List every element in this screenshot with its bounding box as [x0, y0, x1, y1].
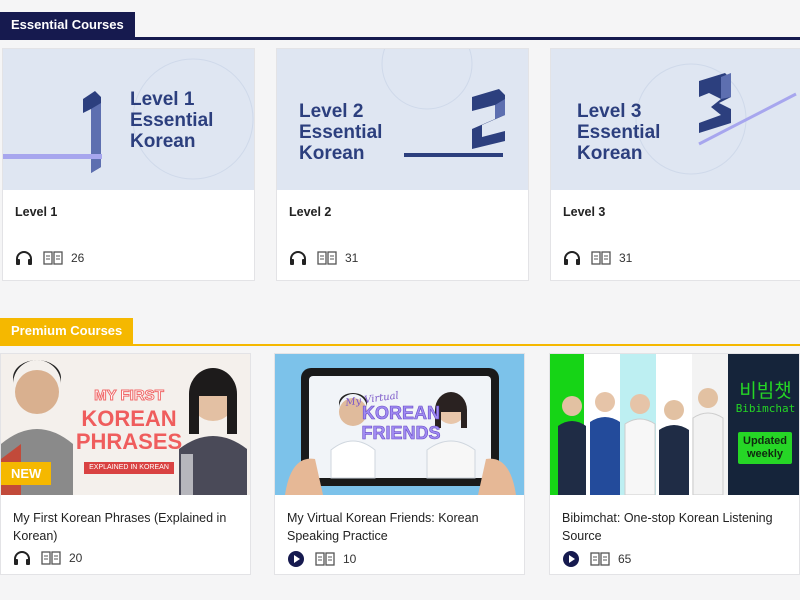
course-card-my-first-korean-phrases[interactable]: MY FIRST KOREAN PHRASES EXPLAINED IN KOR…	[0, 353, 251, 575]
new-badge: NEW	[1, 462, 52, 485]
thumb-line: Korean	[299, 143, 365, 164]
play-icon[interactable]	[287, 550, 305, 568]
thumb-heading: MY FIRST	[94, 387, 165, 405]
thumb-heading: PHRASES	[75, 429, 183, 454]
thumb-line: Level 2	[299, 101, 364, 122]
course-thumbnail: Level 3 Essential Korean	[551, 49, 800, 190]
course-thumbnail: My Virtual KOREAN FRIENDS	[275, 354, 524, 495]
course-title: Bibimchat: One-stop Korean Listening Sou…	[562, 511, 773, 543]
play-icon[interactable]	[562, 550, 580, 568]
course-title: My First Korean Phrases (Explained in Ko…	[13, 511, 227, 543]
course-card-level-1[interactable]: Level 1 Essential Korean Level 1 26	[2, 48, 255, 281]
thumb-line: Korean	[130, 131, 196, 152]
course-card-level-2[interactable]: Level 2 Essential Korean Level 2 31	[276, 48, 529, 281]
essential-courses-header: Essential Courses	[0, 12, 800, 40]
section-title: Essential Courses	[0, 12, 135, 38]
headphones-icon	[16, 251, 32, 265]
book-icon	[41, 551, 61, 565]
headphones-icon	[290, 251, 306, 265]
thumb-heading: KOREAN	[81, 406, 177, 431]
book-icon	[317, 251, 337, 265]
course-title: Level 2	[289, 205, 332, 219]
book-icon	[591, 251, 611, 265]
section-title: Premium Courses	[0, 318, 134, 344]
level-1-artwork	[3, 58, 254, 180]
premium-courses-header: Premium Courses	[0, 318, 800, 346]
logo-latin: Bibimchat	[735, 402, 796, 415]
course-title: Level 3	[563, 205, 606, 219]
lesson-count: 31	[345, 251, 359, 265]
lesson-count: 26	[71, 251, 85, 265]
section-divider	[0, 37, 800, 40]
headphones-icon	[14, 551, 30, 565]
thumb-line: Level 1	[130, 89, 195, 110]
thumb-line: Level 3	[577, 101, 642, 122]
headphones-icon	[564, 251, 580, 265]
thumb-line: Korean	[577, 143, 643, 164]
thumb-heading: FRIENDS	[361, 423, 441, 444]
course-title: Level 1	[15, 205, 58, 219]
thumbnail-photo	[550, 354, 799, 495]
thumb-line: Essential	[299, 122, 383, 143]
course-thumbnail: MY FIRST KOREAN PHRASES EXPLAINED IN KOR…	[1, 354, 250, 495]
course-thumbnail: Level 1 Essential Korean	[3, 49, 254, 190]
lesson-count: 10	[343, 552, 357, 566]
course-card-my-virtual-korean-friends[interactable]: My Virtual KOREAN FRIENDS My Virtual Kor…	[274, 353, 525, 575]
course-card-level-3[interactable]: Level 3 Essential Korean Level 3 31	[550, 48, 800, 281]
course-thumbnail: Level 2 Essential Korean	[277, 49, 528, 190]
course-card-bibimchat[interactable]: 비빔챗 Bibimchat Updated weekly Bibimchat: …	[549, 353, 800, 575]
book-icon	[590, 552, 610, 566]
course-title: My Virtual Korean Friends: Korean Speaki…	[287, 511, 479, 543]
section-divider	[0, 344, 800, 346]
logo-korean: 비빔챗	[739, 380, 792, 402]
lesson-count: 20	[69, 551, 83, 565]
thumb-subtitle: EXPLAINED IN KOREAN	[84, 462, 174, 474]
updated-weekly-badge: Updated weekly	[738, 432, 792, 464]
book-icon	[315, 552, 335, 566]
lesson-count: 65	[618, 552, 632, 566]
lesson-count: 31	[619, 251, 633, 265]
bibimchat-logo: 비빔챗 Bibimchat	[730, 380, 799, 416]
course-thumbnail: 비빔챗 Bibimchat Updated weekly	[550, 354, 799, 495]
thumb-line: Essential	[130, 110, 214, 131]
book-icon	[43, 251, 63, 265]
thumb-line: Essential	[577, 122, 661, 143]
